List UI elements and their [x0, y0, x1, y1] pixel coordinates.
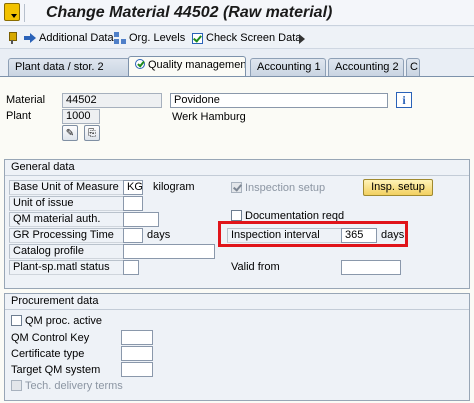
arrow-right-icon: [24, 32, 36, 44]
group-title: General data: [11, 161, 75, 173]
qm-control-key-field[interactable]: [121, 330, 153, 345]
base-uom-text: kilogram: [153, 181, 195, 193]
tab-overflow[interactable]: C: [406, 58, 420, 76]
material-field[interactable]: 44502: [62, 93, 162, 108]
group-divider: [5, 175, 469, 176]
tab-accounting-1[interactable]: Accounting 1: [250, 58, 326, 76]
target-qm-system-label: Target QM system: [11, 364, 101, 376]
tab-strip: Plant data / stor. 2 Quality management …: [0, 56, 474, 76]
tab-content-panel: Material 44502 Povidone i Plant 1000 Wer…: [0, 76, 474, 403]
display-change-icon[interactable]: ✎: [62, 125, 78, 141]
gr-processing-time-field[interactable]: [123, 228, 143, 243]
tab-label: Quality management: [148, 59, 246, 71]
additional-data-label: Additional Data: [39, 32, 114, 44]
tab-label: Accounting 2: [335, 61, 399, 73]
plant-field[interactable]: 1000: [62, 109, 100, 124]
plant-label: Plant: [6, 110, 32, 122]
plant-status-field[interactable]: [123, 260, 139, 275]
more-button[interactable]: [296, 30, 308, 46]
catalog-profile-label: Catalog profile: [9, 244, 123, 259]
title-separator: [24, 4, 25, 22]
tab-quality-management[interactable]: Quality management: [128, 56, 246, 76]
inspection-setup-label: Inspection setup: [245, 182, 326, 194]
group-title: Procurement data: [11, 295, 99, 307]
highlight-box: [218, 221, 408, 247]
additional-data-button[interactable]: Additional Data: [24, 30, 114, 46]
org-levels-label: Org. Levels: [129, 32, 186, 44]
inspection-setup-checkbox: [231, 182, 242, 193]
valid-from-field[interactable]: [341, 260, 401, 275]
more-icon: [296, 32, 308, 44]
tab-label: Plant data / stor. 2: [15, 61, 104, 73]
check-circle-icon: [135, 59, 145, 69]
qm-proc-active-label: QM proc. active: [25, 315, 103, 327]
gr-processing-time-unit: days: [147, 229, 171, 241]
base-uom-field[interactable]: KG: [123, 180, 143, 195]
qm-control-key-label: QM Control Key: [11, 332, 90, 344]
unit-of-issue-field[interactable]: [123, 196, 143, 211]
window-title: Change Material 44502 (Raw material): [46, 4, 333, 21]
valid-from-label: Valid from: [231, 261, 280, 273]
certificate-type-field[interactable]: [121, 346, 153, 361]
pin-icon: [6, 32, 18, 44]
base-uom-label: Base Unit of Measure: [9, 180, 123, 195]
plant-description: Werk Hamburg: [172, 111, 246, 123]
menu-icon[interactable]: [4, 3, 20, 21]
org-levels-button[interactable]: Org. Levels: [114, 30, 185, 46]
tab-accounting-2[interactable]: Accounting 2: [328, 58, 404, 76]
material-description-field[interactable]: Povidone: [170, 93, 388, 108]
check-screen-data-button[interactable]: Check Screen Data: [191, 30, 301, 46]
material-label: Material: [6, 94, 46, 106]
copy-icon[interactable]: ⎘: [84, 125, 100, 141]
certificate-type-label: Certificate type: [11, 348, 85, 360]
plant-status-label: Plant-sp.matl status: [9, 260, 123, 275]
unit-of-issue-label: Unit of issue: [9, 196, 123, 211]
procurement-data-group: Procurement data QM proc. active QM Cont…: [4, 293, 470, 401]
pin-button[interactable]: [6, 30, 18, 46]
gr-processing-time-label: GR Processing Time: [9, 228, 123, 243]
tech-delivery-terms-checkbox: [11, 380, 22, 391]
org-levels-icon: [114, 32, 126, 44]
tech-delivery-terms-label: Tech. delivery terms: [25, 380, 123, 392]
check-screen-data-label: Check Screen Data: [206, 32, 302, 44]
target-qm-system-field[interactable]: [121, 362, 153, 377]
documentation-reqd-checkbox[interactable]: [231, 210, 242, 221]
title-bar: Change Material 44502 (Raw material): [0, 0, 474, 26]
insp-setup-button[interactable]: Insp. setup: [363, 179, 433, 196]
tab-label: C: [410, 61, 418, 73]
tab-plant-data-stor-2[interactable]: Plant data / stor. 2: [8, 58, 130, 76]
group-divider: [5, 309, 469, 310]
application-toolbar: Additional Data Org. Levels Check Screen…: [0, 27, 474, 49]
check-icon: [191, 32, 203, 44]
qm-material-auth-field[interactable]: [123, 212, 159, 227]
qm-material-auth-label: QM material auth.: [9, 212, 123, 227]
catalog-profile-field[interactable]: [123, 244, 215, 259]
info-icon[interactable]: i: [396, 92, 412, 108]
qm-proc-active-checkbox[interactable]: [11, 315, 22, 326]
tab-label: Accounting 1: [257, 61, 321, 73]
